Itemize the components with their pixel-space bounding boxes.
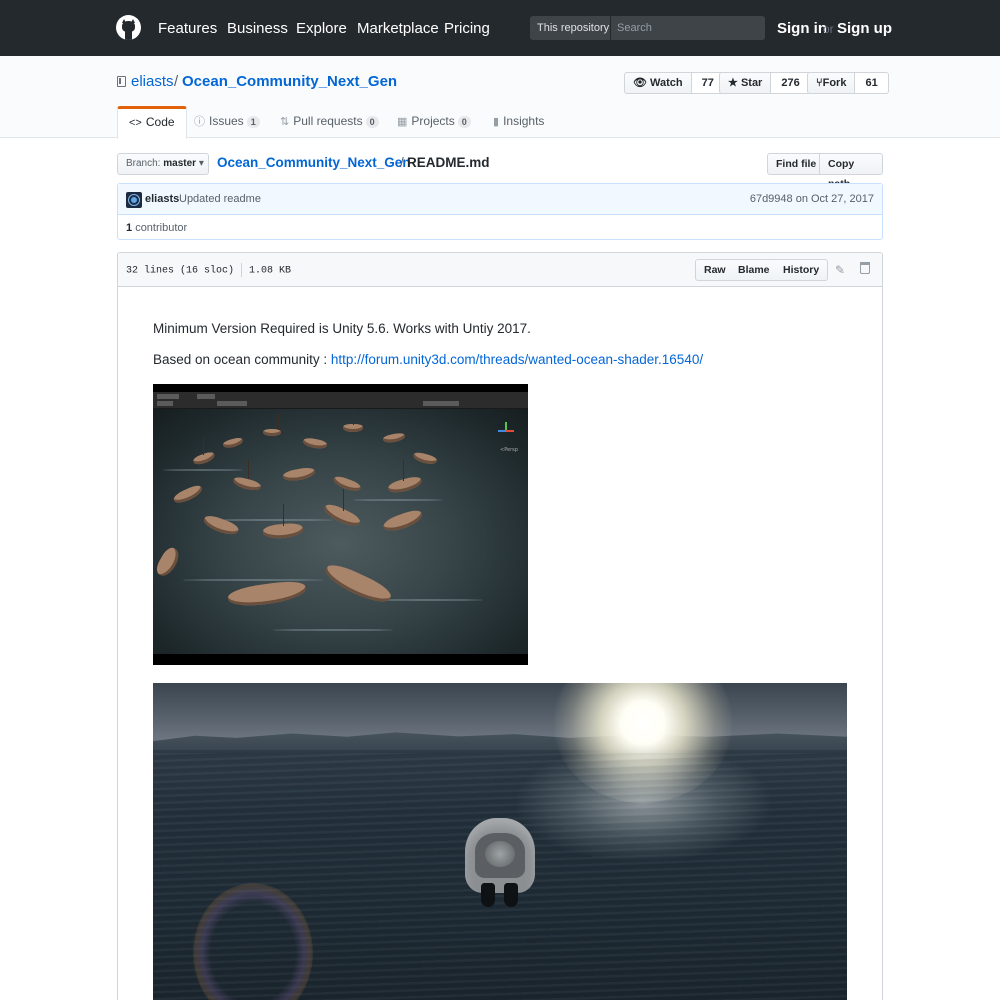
watch-label: Watch	[650, 77, 683, 89]
file-viewer: 32 lines (16 sloc) 1.08 KB Raw Blame Hist…	[117, 252, 883, 1000]
commit-sha-date[interactable]: 67d9948 on Oct 27, 2017	[750, 193, 874, 205]
watch-button[interactable]: 👁︎ Watch	[624, 72, 692, 94]
readme-image-boats[interactable]: <Persp	[153, 384, 528, 665]
breadcrumb-separator: /	[400, 155, 404, 170]
file-header: 32 lines (16 sloc) 1.08 KB Raw Blame Hist…	[118, 253, 882, 287]
contributors-label: contributor	[135, 222, 188, 234]
persp-label: <Persp	[500, 447, 518, 453]
fork-button[interactable]: ⑂Fork	[807, 72, 856, 94]
branch-name: master	[163, 158, 197, 169]
breadcrumb-file: README.md	[407, 155, 490, 170]
fork-icon: ⑂	[816, 77, 823, 89]
copy-path-button[interactable]: Copy path	[819, 153, 883, 190]
commit-message-link[interactable]: Updated readme	[179, 193, 261, 205]
eye-icon: 👁︎	[633, 77, 647, 89]
star-group: ★ Star 276	[719, 72, 811, 94]
branch-prefix: Branch:	[126, 158, 161, 169]
tab-issues[interactable]: ⓘ Issues 1	[194, 106, 260, 138]
search-scope-label: This repository	[530, 16, 610, 40]
nav-pricing[interactable]: Pricing	[444, 20, 490, 37]
based-on-text: Based on ocean community :	[153, 352, 331, 367]
watch-group: 👁︎ Watch 77	[624, 72, 725, 94]
star-button[interactable]: ★ Star	[719, 72, 772, 94]
branch-select-button[interactable]: Branch: master ▾	[117, 153, 209, 175]
repo-owner-link[interactable]: eliasts	[131, 73, 174, 90]
repo-icon	[117, 76, 126, 87]
readme-image-sunset[interactable]	[153, 683, 847, 1000]
find-file-button[interactable]: Find file	[767, 153, 826, 175]
tab-pull-requests[interactable]: ⇅ Pull requests 0	[280, 106, 379, 138]
tab-code[interactable]: <> Code	[117, 106, 187, 139]
scene-gizmo-icon	[498, 422, 514, 438]
repo-header: eliasts / Ocean_Community_Next_Gen 👁︎ Wa…	[0, 56, 1000, 139]
issue-icon: ⓘ	[194, 116, 205, 128]
trash-icon[interactable]	[860, 262, 870, 274]
tab-code-label: Code	[145, 115, 175, 129]
readme-line-based-on: Based on ocean community : http://forum.…	[153, 352, 703, 367]
tab-projects-label: Projects	[411, 114, 455, 128]
site-header: Features Business Explore Marketplace Pr…	[0, 0, 1000, 56]
github-logo-icon[interactable]	[116, 15, 141, 40]
projects-counter: 0	[457, 116, 471, 128]
project-icon: ▦	[397, 116, 408, 128]
file-size: 1.08 KB	[249, 265, 292, 277]
graph-icon: ▮	[493, 116, 500, 128]
nav-business[interactable]: Business	[227, 20, 288, 37]
nav-marketplace[interactable]: Marketplace	[357, 20, 439, 37]
pull-request-icon: ⇅	[280, 116, 290, 128]
tab-insights-label: Insights	[503, 114, 545, 128]
fork-label: Fork	[822, 77, 847, 89]
path-separator: /	[174, 73, 179, 90]
pull-requests-counter: 0	[365, 116, 379, 128]
pencil-icon[interactable]: ✎	[835, 263, 847, 277]
readme-line-version: Minimum Version Required is Unity 5.6. W…	[153, 321, 531, 336]
search-input[interactable]	[611, 16, 765, 40]
nav-explore[interactable]: Explore	[296, 20, 347, 37]
file-info: 32 lines (16 sloc) 1.08 KB	[126, 263, 291, 277]
tab-pull-requests-label: Pull requests	[293, 114, 363, 128]
sign-up-link[interactable]: Sign up	[837, 20, 892, 37]
issues-counter: 1	[246, 116, 260, 128]
star-icon: ★	[728, 77, 738, 89]
blame-button[interactable]: Blame	[730, 259, 779, 281]
sign-in-link[interactable]: Sign in	[777, 20, 827, 37]
repo-name-link[interactable]: Ocean_Community_Next_Gen	[182, 73, 397, 90]
forum-link[interactable]: http://forum.unity3d.com/threads/wanted-…	[331, 352, 703, 367]
star-label: Star	[740, 77, 763, 89]
tab-issues-label: Issues	[209, 114, 244, 128]
nav-features[interactable]: Features	[158, 20, 217, 37]
commit-tease: eliasts Updated readme 67d9948 on Oct 27…	[117, 183, 883, 240]
code-icon: <>	[129, 117, 142, 129]
file-lines: 32 lines (16 sloc)	[126, 265, 235, 277]
history-button[interactable]: History	[775, 259, 829, 281]
contributors-count: 1	[126, 222, 133, 234]
star-count[interactable]: 276	[771, 72, 811, 94]
contributors-link[interactable]: 1 contributor	[126, 222, 187, 234]
caret-down-icon: ▾	[198, 158, 204, 169]
breadcrumb-repo-link[interactable]: Ocean_Community_Next_Gen	[217, 155, 411, 170]
fork-group: ⑂Fork 61	[807, 72, 889, 94]
fork-count[interactable]: 61	[855, 72, 889, 94]
or-separator: or	[823, 22, 834, 36]
author-avatar[interactable]	[126, 192, 142, 208]
raw-button[interactable]: Raw	[695, 259, 735, 281]
tab-projects[interactable]: ▦ Projects 0	[397, 106, 471, 138]
tab-insights[interactable]: ▮ Insights	[493, 106, 544, 138]
commit-author-link[interactable]: eliasts	[145, 193, 179, 205]
